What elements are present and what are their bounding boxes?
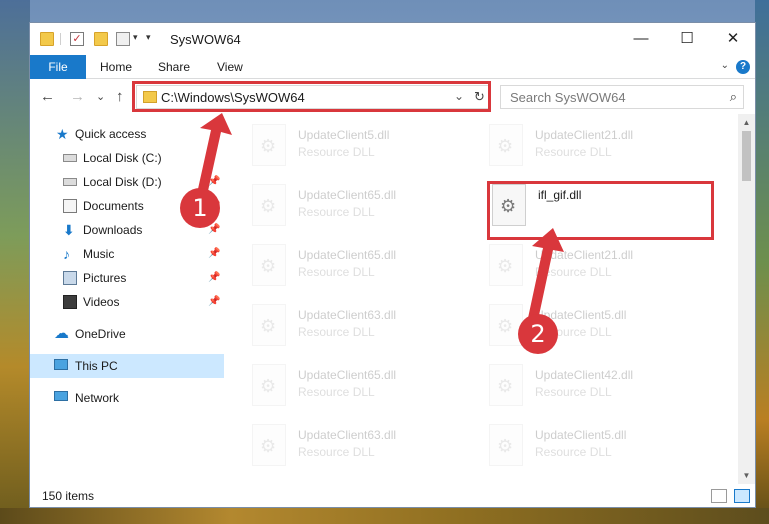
arrow-1 <box>196 113 232 200</box>
step-marker-1: 1 <box>180 188 220 228</box>
step-marker-2: 2 <box>518 314 558 354</box>
annotation-arrows <box>196 113 564 320</box>
arrow-2 <box>528 228 564 320</box>
